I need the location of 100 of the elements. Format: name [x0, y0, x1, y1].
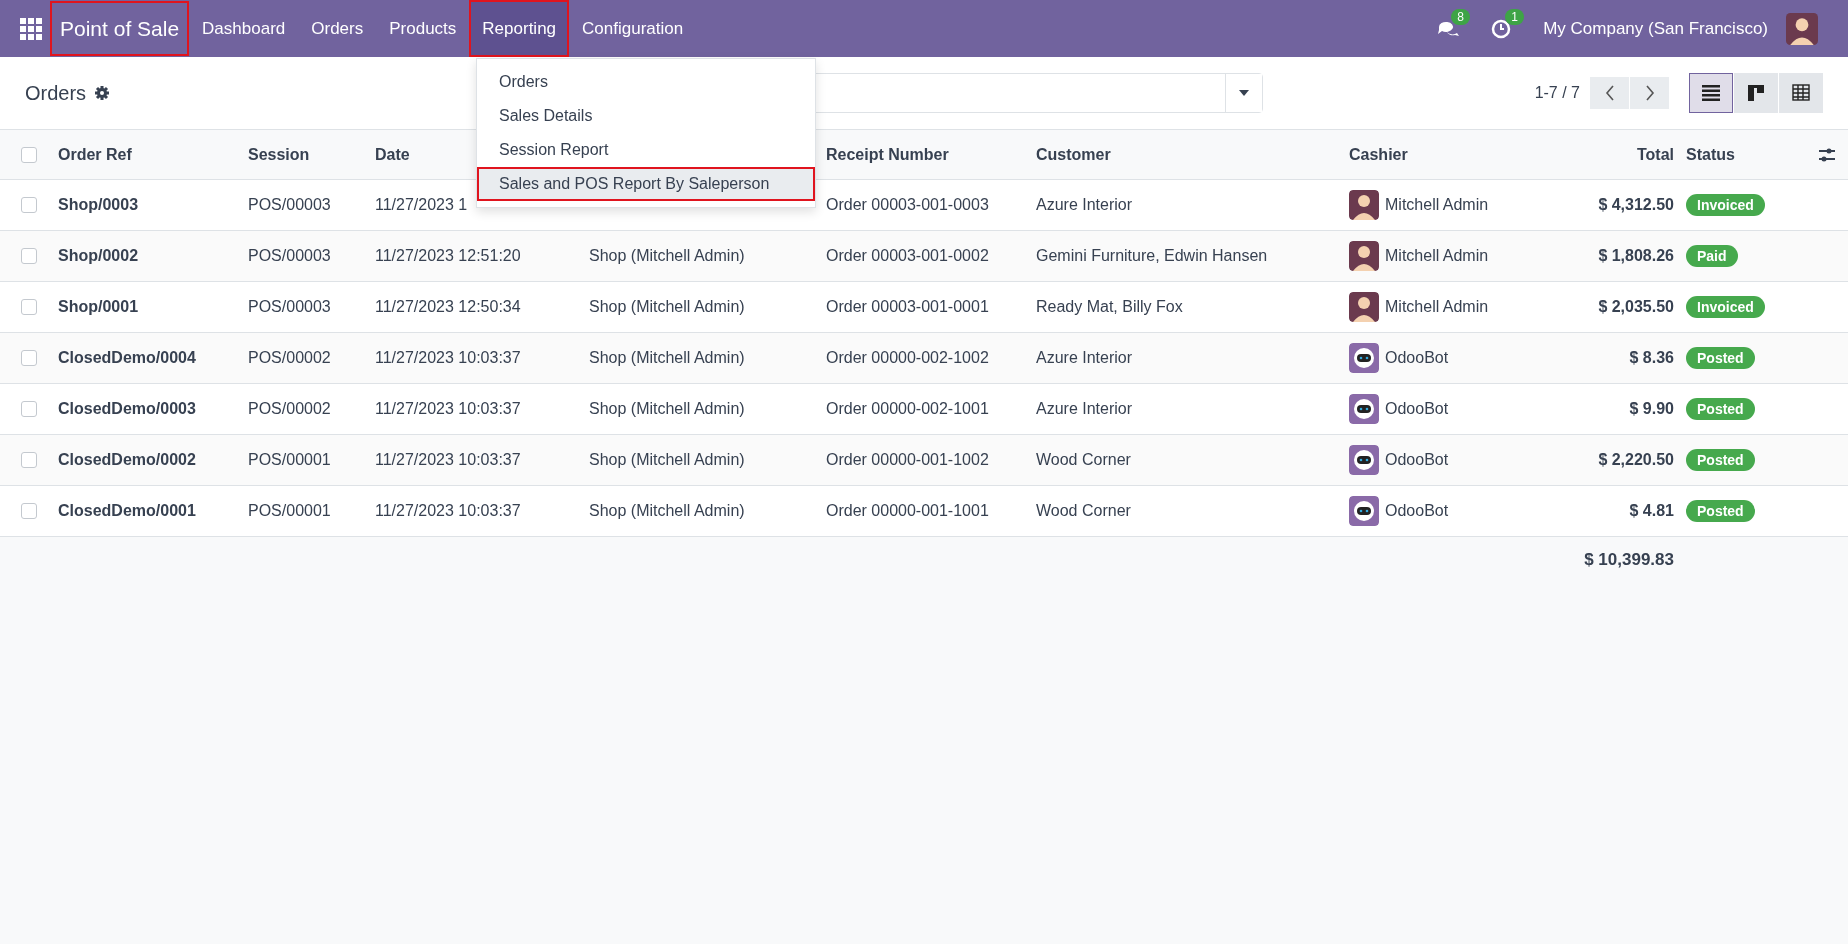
row-checkbox[interactable]: [21, 503, 37, 519]
previous-button[interactable]: [1590, 77, 1629, 109]
table-cell: Order 00003-001-0003: [826, 196, 989, 214]
cashier-name: Mitchell Admin: [1385, 298, 1489, 316]
dropdown-item[interactable]: Sales Details: [477, 99, 815, 133]
table-cell: 11/27/2023 10:03:37: [375, 451, 521, 469]
table-cell: 11/27/2023 10:03:37: [375, 349, 521, 367]
table-cell: POS/00003: [248, 298, 331, 316]
column-header[interactable]: Status: [1686, 145, 1735, 164]
status-badge: Posted: [1686, 347, 1755, 369]
menu-item[interactable]: Configuration: [569, 0, 697, 57]
row-checkbox[interactable]: [21, 248, 37, 264]
table-cell: Azure Interior: [1036, 349, 1133, 367]
next-button[interactable]: [1630, 77, 1669, 109]
dropdown-item[interactable]: Session Report: [477, 133, 815, 167]
page-title: Orders: [25, 81, 87, 105]
table-cell: 11/27/2023 10:03:37: [375, 400, 521, 418]
table-cell: 11/27/2023 12:50:34: [375, 298, 521, 316]
table-cell: Wood Corner: [1036, 502, 1131, 520]
table-cell: 11/27/2023 1: [375, 196, 468, 214]
table-cell: Order 00000-001-1002: [826, 451, 989, 469]
table-cell-text: $ 9.90: [1629, 400, 1675, 418]
table-cell: POS/00001: [248, 451, 331, 469]
table-cell: Wood Corner: [1036, 451, 1131, 469]
column-header[interactable]: Customer: [1036, 145, 1111, 164]
table-cell: Order 00003-001-0001: [826, 298, 989, 316]
table-cell: Order 00000-002-1001: [826, 400, 989, 418]
menu-item[interactable]: Products: [376, 0, 470, 57]
chevron-left-icon: [1604, 85, 1615, 101]
dropdown-item[interactable]: Orders: [477, 65, 815, 99]
column-header[interactable]: Total: [1636, 145, 1686, 164]
table-cell: 11/27/2023 12:51:20: [375, 247, 521, 265]
table-cell: Shop/0001: [58, 298, 139, 316]
row-checkbox[interactable]: [21, 299, 37, 315]
notification-badge: 1: [1505, 8, 1524, 25]
column-header[interactable]: Date: [375, 145, 410, 164]
settings-icon[interactable]: [94, 85, 111, 101]
clock-icon[interactable]: [1491, 18, 1512, 39]
view-switch-button[interactable]: [1734, 73, 1778, 113]
robot-icon: [1349, 496, 1379, 526]
status-badge: Posted: [1686, 398, 1755, 420]
view-switch-button[interactable]: [1779, 73, 1823, 113]
table-cell: POS/00002: [248, 349, 331, 367]
menu-item[interactable]: Dashboard: [189, 0, 299, 57]
row-checkbox[interactable]: [21, 452, 37, 468]
column-header[interactable]: Cashier: [1349, 145, 1408, 164]
robot-icon: [1349, 445, 1379, 475]
table-cell-text: $ 4,312.50: [1598, 196, 1675, 214]
company-name[interactable]: My Company (San Francisco): [1543, 18, 1768, 39]
status-badge: Posted: [1686, 449, 1755, 471]
table-cell: Gemini Furniture, Edwin Hansen: [1036, 247, 1268, 265]
table-cell: ClosedDemo/0003: [58, 400, 196, 418]
menu-item[interactable]: Reporting: [469, 0, 570, 57]
table-cell: Shop (Mitchell Admin): [589, 400, 745, 418]
table-cell: Shop (Mitchell Admin): [589, 451, 745, 469]
table-cell: POS/00002: [248, 400, 331, 418]
row-checkbox[interactable]: [21, 197, 37, 213]
table-cell: Shop (Mitchell Admin): [589, 298, 745, 316]
cashier-name: OdooBot: [1385, 400, 1449, 418]
robot-icon: [1349, 343, 1379, 373]
user-avatar[interactable]: [1786, 12, 1818, 45]
column-header[interactable]: Receipt Number: [826, 145, 949, 164]
avatar-icon: [1349, 241, 1379, 271]
cashier-name: Mitchell Admin: [1385, 247, 1489, 265]
column-header[interactable]: Order Ref: [58, 145, 132, 164]
table-cell: ClosedDemo/0004: [58, 349, 196, 367]
table-cell: Azure Interior: [1036, 196, 1133, 214]
column-header[interactable]: Session: [248, 145, 310, 164]
table-cell: Order 00000-002-1002: [826, 349, 989, 367]
table-cell: Shop/0003: [58, 196, 139, 214]
apps-menu-icon[interactable]: [20, 17, 42, 40]
cashier-name: Mitchell Admin: [1385, 196, 1489, 214]
table-cell: POS/00003: [248, 196, 331, 214]
view-switch-button[interactable]: [1689, 73, 1733, 113]
table-cell: Ready Mat, Billy Fox: [1036, 298, 1183, 316]
table-cell: POS/00003: [248, 247, 331, 265]
table-cell: ClosedDemo/0001: [58, 502, 196, 520]
menu-item[interactable]: Orders: [298, 0, 377, 57]
select-all-checkbox[interactable]: [21, 146, 37, 163]
table-cell: Shop (Mitchell Admin): [589, 247, 745, 265]
row-checkbox[interactable]: [21, 401, 37, 417]
pager-text: 1-7 / 7: [1534, 84, 1580, 102]
table-cell: 11/27/2023 10:03:37: [375, 502, 521, 520]
kanban-view-icon: [1748, 85, 1764, 101]
table-cell: Order 00003-001-0002: [826, 247, 989, 265]
cashier-name: OdooBot: [1385, 502, 1449, 520]
caret-icon[interactable]: [1238, 89, 1251, 97]
column-settings-icon[interactable]: [1818, 146, 1836, 163]
sum-total: $ 10,399.83: [1584, 550, 1675, 570]
table-cell: Shop/0002: [58, 247, 139, 265]
list-view-icon: [1702, 85, 1720, 101]
table-cell: POS/00001: [248, 502, 331, 520]
table-cell-text: $ 1,808.26: [1598, 247, 1675, 265]
app-title[interactable]: Point of Sale: [50, 1, 190, 56]
table-view-icon: [1792, 84, 1810, 101]
dropdown-item[interactable]: Sales and POS Report By Saleperson: [477, 167, 815, 201]
cashier-name: OdooBot: [1385, 451, 1449, 469]
row-checkbox[interactable]: [21, 350, 37, 366]
table-cell: ClosedDemo/0002: [58, 451, 196, 469]
status-badge: Posted: [1686, 500, 1755, 522]
